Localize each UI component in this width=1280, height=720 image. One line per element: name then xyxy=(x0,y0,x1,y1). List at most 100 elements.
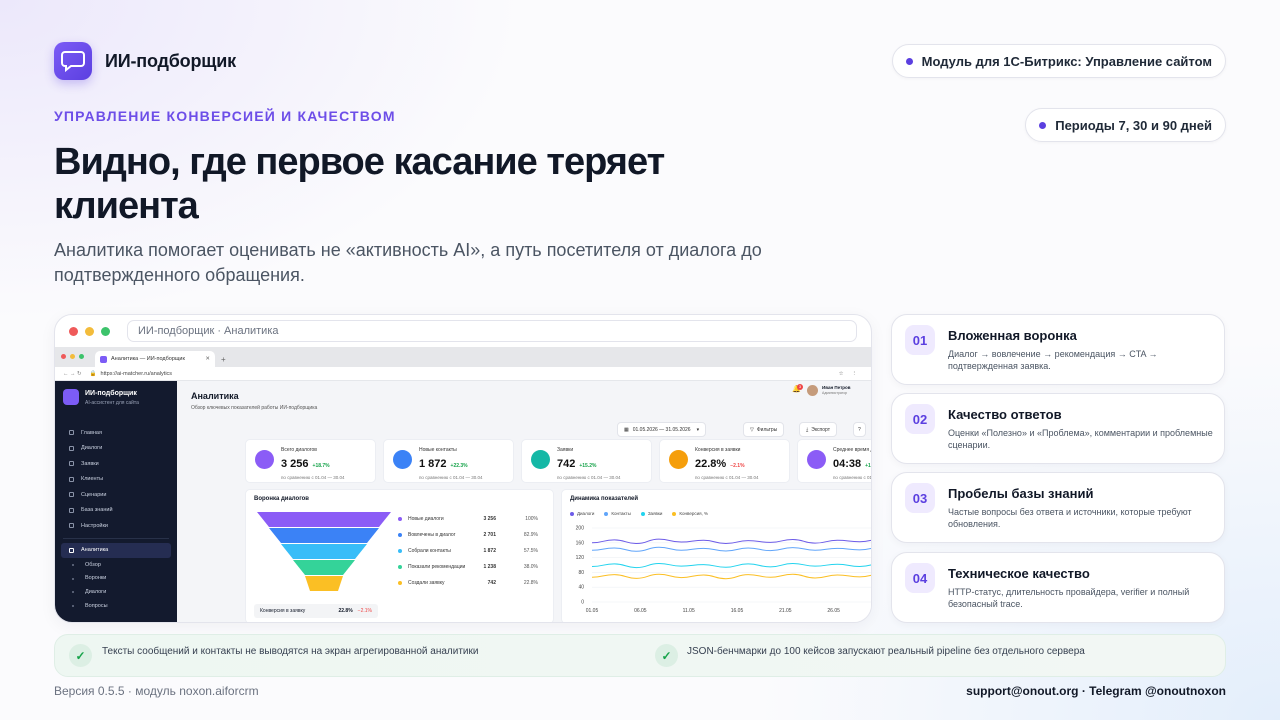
funnel-segment xyxy=(305,576,343,591)
subnav-questions[interactable]: Вопросы xyxy=(55,599,177,613)
legend-item[interactable]: Конверсия, % xyxy=(672,511,708,516)
conversion-summary: Конверсия в заявку 22.8% −2.1% xyxy=(254,604,378,618)
sidebar-item-home[interactable]: Главная xyxy=(55,425,177,441)
feature-card-knowledge-gaps: 03 Пробелы базы знаний Частые вопросы бе… xyxy=(891,472,1225,543)
app-sidebar: ИИ-подборщик AI-ассистент для сайта Глав… xyxy=(55,381,177,622)
user-icon xyxy=(393,450,412,469)
lock-icon: 🔒 xyxy=(89,370,97,377)
kpi-compare: по сравнению с 01.04 — 30.04 xyxy=(833,475,872,480)
filter-icon: ▽ xyxy=(750,426,754,433)
kpi-label: Всего диалогов xyxy=(281,447,317,453)
kpi-label: Среднее время диалога xyxy=(833,447,871,453)
new-tab-icon: + xyxy=(221,355,226,364)
chat-bubble-icon xyxy=(61,51,85,72)
x-tick-label: 06.05 xyxy=(634,608,647,614)
series-line xyxy=(591,546,871,552)
kpi-card: Конверсия в заявки 22.8% −2.1% по сравнен… xyxy=(659,439,790,483)
date-range-picker[interactable]: ▦ 01.05.2026 — 31.05.2026 ▾ xyxy=(617,422,707,437)
x-tick-label: 26.05 xyxy=(827,608,840,614)
check-icon: ✓ xyxy=(69,644,92,667)
footer-contacts: support@onout.org · Telegram @onoutnoxon xyxy=(966,684,1226,698)
sidebar-nav: Главная Диалоги Заявки Клиенты Сценарии … xyxy=(55,425,177,612)
module-pill: Модуль для 1С-Битрикс: Управление сайтом xyxy=(891,44,1226,78)
browser-chrome: ИИ-подборщик · Аналитика xyxy=(55,315,871,347)
funnel-row: Вовлечены в диалог 2 701 82.9% xyxy=(398,532,538,538)
chat-icon xyxy=(255,450,274,469)
feature-card-funnel: 01 Вложенная воронка Диалог → вовлечение… xyxy=(891,314,1225,385)
legend-dot xyxy=(398,517,402,521)
browser-actions-icon: ☆⋮ xyxy=(838,370,865,377)
close-tab-icon: ✕ xyxy=(205,356,210,362)
sidebar-item-analytics[interactable]: Аналитика xyxy=(61,542,171,558)
chat-icon xyxy=(69,445,74,451)
sidebar-item-scenarios[interactable]: Сценарии xyxy=(55,487,177,503)
legend-item[interactable]: Заявки xyxy=(640,511,662,516)
bar-chart-icon xyxy=(69,547,74,553)
subnav-funnels[interactable]: Воронки xyxy=(55,572,177,586)
kpi-compare: по сравнению с 01.04 — 30.04 xyxy=(419,475,483,480)
feature-card-technical: 04 Техническое качество HTTP-статус, дли… xyxy=(891,552,1225,623)
sidebar-item-clients[interactable]: Клиенты xyxy=(55,472,177,488)
brand-logo xyxy=(54,42,92,80)
check-icon: ✓ xyxy=(655,644,678,667)
app-page-title: Аналитика xyxy=(191,391,239,401)
legend-item[interactable]: Диалоги xyxy=(570,511,594,516)
funnel-card: Воронка диалогов Новые диалоги 3 256 100… xyxy=(245,489,554,622)
x-tick-label: 11.05 xyxy=(683,608,695,614)
kpi-label: Заявки xyxy=(557,447,574,453)
sidebar-item-requests[interactable]: Заявки xyxy=(55,456,177,472)
app-screenshot: Аналитика — ИИ-подборщик ✕ + ← → ↻ 🔒 htt… xyxy=(55,347,872,622)
kpi-value: 04:38+12.4% xyxy=(833,458,871,470)
kpi-delta: +22.3% xyxy=(450,463,468,469)
inner-tabbar: Аналитика — ИИ-подборщик ✕ + xyxy=(55,347,871,367)
series-line xyxy=(591,563,871,569)
funnel-row: Создали заявку 742 22.8% xyxy=(398,580,538,586)
gear-icon xyxy=(69,523,74,529)
sidebar-item-settings[interactable]: Настройки xyxy=(55,518,177,534)
brand-name: ИИ-подборщик xyxy=(105,51,236,71)
kpi-label: Конверсия в заявки xyxy=(695,447,741,453)
kpi-delta: +12.4% xyxy=(865,463,871,469)
kpi-compare: по сравнению с 01.04 — 30.04 xyxy=(695,475,759,480)
tab-favicon xyxy=(100,355,107,363)
x-tick-label: 16.05 xyxy=(731,608,744,614)
funnel-segment xyxy=(281,544,367,559)
kpi-value: 3 256 +18.7% xyxy=(281,458,330,470)
legend-dot xyxy=(398,549,402,553)
book-icon xyxy=(69,507,74,513)
subnav-dialogs[interactable]: Диалоги xyxy=(55,585,177,599)
kpi-card: Новые контакты 1 872 +22.3% по сравнению … xyxy=(383,439,514,483)
kpi-delta: +18.7% xyxy=(312,463,330,469)
legend-dot xyxy=(398,533,402,537)
lead-text: Аналитика помогает оценивать не «активно… xyxy=(54,240,762,285)
download-icon: ⤓ xyxy=(806,426,809,433)
help-button[interactable]: ? xyxy=(853,422,866,437)
calendar-icon: ▦ xyxy=(624,426,629,433)
bell-icon[interactable]: 🔔 3 xyxy=(792,384,803,393)
funnel-graphic xyxy=(257,512,391,591)
sidebar-item-dialogs[interactable]: Диалоги xyxy=(55,441,177,457)
x-tick-label: 01.05 xyxy=(586,608,599,614)
subnav-overview[interactable]: Обзор xyxy=(55,558,177,572)
legend-item[interactable]: Контакты xyxy=(604,511,631,516)
document-icon xyxy=(531,450,550,469)
sidebar-item-knowledge[interactable]: База знаний xyxy=(55,503,177,519)
y-tick-label: 200 xyxy=(576,526,585,532)
legend-dot xyxy=(398,581,402,585)
footer-version: Версия 0.5.5 · модуль noxon.aiforcrm xyxy=(54,684,259,698)
feature-card-quality: 02 Качество ответов Оценки «Полезно» и «… xyxy=(891,393,1225,464)
inner-address-bar: ← → ↻ 🔒 https://ai-matcher.ru/analytics … xyxy=(55,367,871,381)
kpi-value: 742 +15.2% xyxy=(557,458,597,470)
url-bar: ИИ-подборщик · Аналитика xyxy=(127,320,857,342)
eyebrow: УПРАВЛЕНИЕ КОНВЕРСИЕЙ И КАЧЕСТВОМ xyxy=(54,108,396,124)
export-button[interactable]: ⤓ Экспорт xyxy=(799,422,838,437)
kpi-label: Новые контакты xyxy=(419,447,457,453)
avatar[interactable] xyxy=(807,385,818,396)
chevron-down-icon: ▾ xyxy=(696,426,700,433)
y-tick-label: 160 xyxy=(576,540,585,546)
kpi-card: Всего диалогов 3 256 +18.7% по сравнению … xyxy=(245,439,376,483)
kpi-card: Среднее время диалога 04:38+12.4% по сра… xyxy=(797,439,872,483)
filters-button[interactable]: ▽ Фильтры xyxy=(743,422,785,437)
kpi-delta: +15.2% xyxy=(579,463,597,469)
flow-icon xyxy=(69,492,74,498)
